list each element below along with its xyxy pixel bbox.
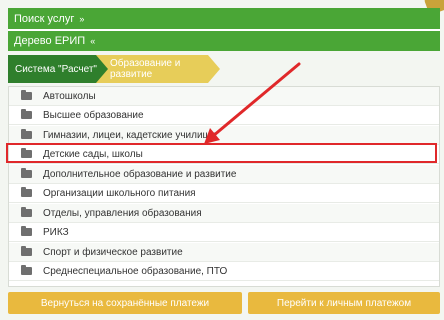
folder-icon (21, 246, 32, 256)
list-item-label: Организации школьного питания (43, 187, 196, 199)
breadcrumb-label: Система "Расчет" (15, 63, 97, 75)
list-item-label: Дополнительное образование и развитие (43, 168, 237, 180)
list-item[interactable]: Автошколы (9, 87, 439, 106)
list-item[interactable]: Высшее образование (9, 106, 439, 125)
search-services-bar[interactable]: Поиск услуг » (8, 8, 440, 29)
folder-icon (21, 207, 32, 217)
saved-payments-button[interactable]: Вернуться на сохранённые платежи (8, 292, 242, 314)
breadcrumb-item-education[interactable]: Образование и развитие (94, 55, 220, 83)
list-item-label: Отделы, управления образования (43, 207, 202, 219)
list-item-label: Гимназии, лицеи, кадетские училища (43, 129, 217, 141)
list-item-label: РИКЗ (43, 226, 69, 238)
folder-icon (21, 168, 32, 178)
list-item-label: Высшее образование (43, 109, 144, 121)
category-list: Автошколы Высшее образование Гимназии, л… (8, 86, 440, 287)
search-services-label: Поиск услуг (14, 12, 75, 25)
highlight-box (6, 143, 437, 163)
breadcrumb: Система "Расчет" Образование и развитие (8, 55, 248, 83)
list-item[interactable]: Дополнительное образование и развитие (9, 165, 439, 184)
breadcrumb-label: Образование и развитие (110, 58, 181, 80)
list-item-label: Автошколы (43, 90, 96, 102)
erip-tree-label: Дерево ЕРИП (14, 35, 86, 47)
list-item-label: Спорт и физическое развитие (43, 246, 183, 258)
breadcrumb-item-system-raschet[interactable]: Система "Расчет" (8, 55, 108, 83)
chevron-down-icon: » (79, 13, 85, 24)
folder-icon (21, 187, 32, 197)
folder-icon (21, 226, 32, 236)
erip-tree-bar[interactable]: Дерево ЕРИП « (8, 31, 440, 51)
folder-icon (21, 90, 32, 100)
list-item[interactable]: Спорт и физическое развитие (9, 243, 439, 262)
folder-icon (21, 265, 32, 275)
list-item[interactable]: Отделы, управления образования (9, 204, 439, 223)
list-item-label: Среднеспециальное образование, ПТО (43, 265, 228, 277)
list-item[interactable]: РИКЗ (9, 223, 439, 242)
list-item[interactable]: Среднеспециальное образование, ПТО (9, 262, 439, 281)
personal-payments-button[interactable]: Перейти к личным платежом (248, 292, 440, 314)
folder-icon (21, 129, 32, 139)
folder-icon (21, 109, 32, 119)
list-item[interactable]: Организации школьного питания (9, 184, 439, 203)
chevron-up-icon: « (90, 36, 96, 46)
